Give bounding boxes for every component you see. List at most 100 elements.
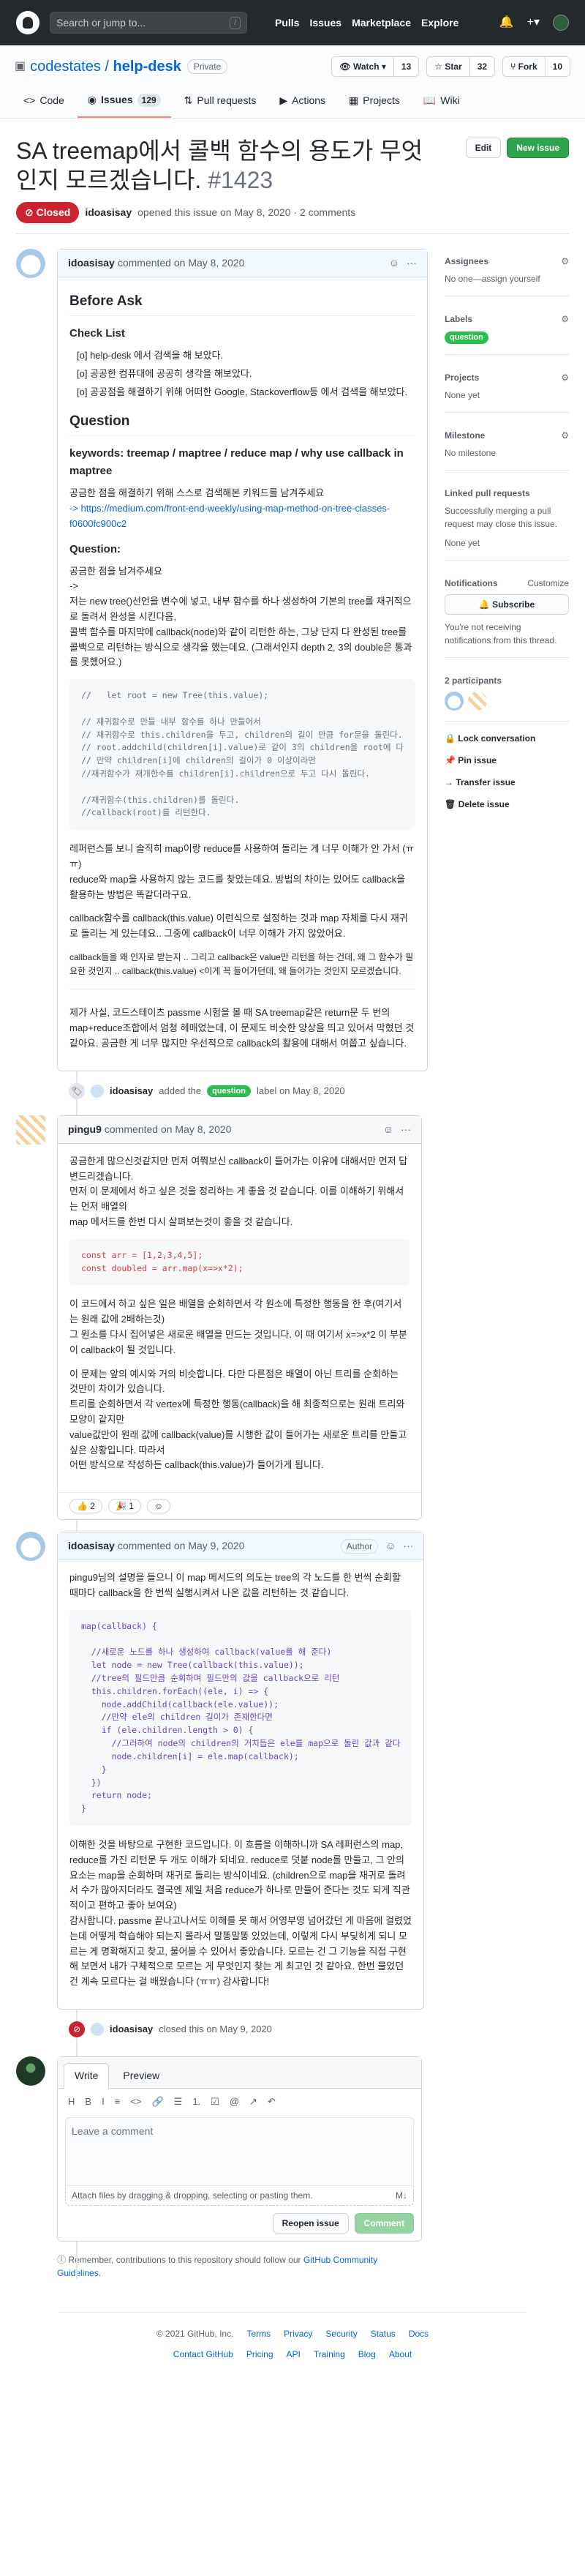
star-count[interactable]: 32 <box>469 57 495 76</box>
footer-link[interactable]: Docs <box>409 2327 429 2340</box>
nav-marketplace[interactable]: Marketplace <box>352 15 411 31</box>
footer-link[interactable]: Pricing <box>246 2348 273 2361</box>
footer-link[interactable]: Privacy <box>284 2327 312 2340</box>
watch-button[interactable]: 👁 Watch ▾ 13 <box>331 56 420 77</box>
markdown-icon[interactable]: M↓ <box>396 2189 407 2202</box>
smiley-icon[interactable]: ☺ <box>383 1122 393 1137</box>
reopen-issue-button[interactable]: Reopen issue <box>272 2213 349 2234</box>
fork-button[interactable]: ⑂ Fork 10 <box>502 56 570 77</box>
participant-avatar[interactable] <box>445 691 464 711</box>
event-actor[interactable]: idoasisay <box>110 1084 153 1098</box>
tab-code[interactable]: <> Code <box>13 85 75 118</box>
customize-link[interactable]: Customize <box>527 577 569 590</box>
footer-link[interactable]: About <box>389 2348 412 2361</box>
footer-link[interactable]: Blog <box>358 2348 376 2361</box>
participant-avatar[interactable] <box>468 691 487 711</box>
avatar[interactable] <box>91 2022 104 2036</box>
user-avatar[interactable] <box>553 15 569 31</box>
repo-owner-link[interactable]: codestates <box>30 59 101 75</box>
task-list-icon[interactable]: ☑ <box>211 2094 219 2109</box>
gear-icon[interactable]: ⚙ <box>561 255 569 268</box>
nav-issues[interactable]: Issues <box>309 15 341 31</box>
add-reaction-icon[interactable]: ☺ <box>146 1499 171 1514</box>
avatar[interactable] <box>16 1115 45 1145</box>
participants-title: 2 participants <box>445 675 502 686</box>
numbered-list-icon[interactable]: 1. <box>192 2094 200 2109</box>
watch-count[interactable]: 13 <box>393 57 419 76</box>
comment-date[interactable]: commented on May 8, 2020 <box>105 1122 232 1137</box>
gear-icon[interactable]: ⚙ <box>561 371 569 384</box>
kebab-menu-icon[interactable]: ··· <box>403 1538 413 1554</box>
tab-wiki[interactable]: 📖 Wiki <box>413 85 470 118</box>
bell-icon[interactable]: 🔔 <box>499 14 514 31</box>
reference-link[interactable]: -> https://medium.com/front-end-weekly/u… <box>69 503 390 529</box>
comment-author[interactable]: idoasisay <box>68 1538 115 1554</box>
pin-issue-link[interactable]: 📌 Pin issue <box>445 754 569 767</box>
delete-issue-link[interactable]: 🗑 Delete issue <box>445 798 569 811</box>
heading-icon[interactable]: H <box>68 2094 75 2109</box>
subscribe-button[interactable]: 🔔 Subscribe <box>445 594 569 615</box>
kebab-menu-icon[interactable]: ··· <box>401 1122 411 1137</box>
comment-textarea[interactable]: Leave a comment <box>65 2117 414 2187</box>
question-heading: Question <box>69 411 416 437</box>
star-button[interactable]: ☆ Star 32 <box>426 56 496 77</box>
new-issue-button[interactable]: New issue <box>507 138 569 158</box>
labels-section: Labels ⚙ question <box>445 307 569 355</box>
footer-link[interactable]: Security <box>325 2327 357 2340</box>
tab-write[interactable]: Write <box>64 2062 110 2089</box>
comment-date[interactable]: commented on May 9, 2020 <box>118 1538 245 1554</box>
reference-icon[interactable]: ↗ <box>249 2094 257 2109</box>
quote-icon[interactable]: ≡ <box>115 2094 121 2109</box>
gear-icon[interactable]: ⚙ <box>561 312 569 326</box>
footer-link[interactable]: Training <box>314 2348 345 2361</box>
tab-actions[interactable]: ▶ Actions <box>269 85 336 118</box>
plus-icon[interactable]: +▾ <box>527 14 540 31</box>
repo-name-link[interactable]: help-desk <box>113 59 181 75</box>
gear-icon[interactable]: ⚙ <box>561 429 569 442</box>
lock-conversation-link[interactable]: 🔒 Lock conversation <box>445 732 569 745</box>
tab-preview[interactable]: Preview <box>112 2063 170 2088</box>
smiley-icon[interactable]: ☺ <box>389 255 399 271</box>
comment-author[interactable]: idoasisay <box>68 255 115 271</box>
italic-icon[interactable]: I <box>102 2094 105 2109</box>
reply-icon[interactable]: ↶ <box>268 2094 276 2109</box>
tab-issues[interactable]: ◉ Issues 129 <box>77 85 171 118</box>
tab-projects[interactable]: ▦ Projects <box>339 85 410 118</box>
footer-link[interactable]: API <box>287 2348 301 2361</box>
smiley-icon[interactable]: ☺ <box>385 1538 396 1554</box>
search-input[interactable]: Search or jump to... / <box>50 12 247 34</box>
mention-icon[interactable]: @ <box>230 2094 239 2109</box>
fork-count[interactable]: 10 <box>544 57 570 76</box>
attach-files-area[interactable]: Attach files by dragging & dropping, sel… <box>65 2186 414 2206</box>
question-label-badge[interactable]: question <box>207 1085 251 1098</box>
bullet-list-icon[interactable]: ☰ <box>174 2094 183 2109</box>
assignees-value[interactable]: No one—assign yourself <box>445 272 569 285</box>
thumbs-up-reaction[interactable]: 👍 2 <box>69 1499 102 1514</box>
edit-button[interactable]: Edit <box>465 138 502 158</box>
linked-desc: Successfully merging a pull request may … <box>445 505 558 529</box>
bold-icon[interactable]: B <box>85 2094 91 2109</box>
issue-author[interactable]: idoasisay <box>85 205 132 220</box>
footer-link[interactable]: Contact GitHub <box>173 2348 233 2361</box>
nav-explore[interactable]: Explore <box>421 15 458 31</box>
hooray-reaction[interactable]: 🎉 1 <box>107 1499 141 1514</box>
event-actor[interactable]: idoasisay <box>110 2022 153 2037</box>
comment-composer: Write Preview H B I ≡ <> 🔗 ☰ 1. ☑ @ ↗ ↶ <box>57 2056 422 2242</box>
nav-pulls[interactable]: Pulls <box>275 15 299 31</box>
question-label-badge[interactable]: question <box>445 332 488 344</box>
avatar[interactable] <box>16 249 45 278</box>
transfer-issue-link[interactable]: → Transfer issue <box>445 776 569 789</box>
comment-button[interactable]: Comment <box>354 2213 414 2234</box>
code-icon[interactable]: <> <box>130 2094 141 2109</box>
kebab-menu-icon[interactable]: ··· <box>407 255 417 271</box>
footer-link[interactable]: Status <box>371 2327 396 2340</box>
link-icon[interactable]: 🔗 <box>151 2094 163 2109</box>
avatar[interactable] <box>16 2056 45 2086</box>
comment-date[interactable]: commented on May 8, 2020 <box>118 255 245 271</box>
avatar[interactable] <box>91 1084 104 1098</box>
tab-pull-requests[interactable]: ⇅ Pull requests <box>174 85 267 118</box>
comment-author[interactable]: pingu9 <box>68 1122 102 1137</box>
footer-link[interactable]: Terms <box>246 2327 271 2340</box>
avatar[interactable] <box>16 1532 45 1562</box>
github-logo-icon[interactable] <box>16 11 39 34</box>
